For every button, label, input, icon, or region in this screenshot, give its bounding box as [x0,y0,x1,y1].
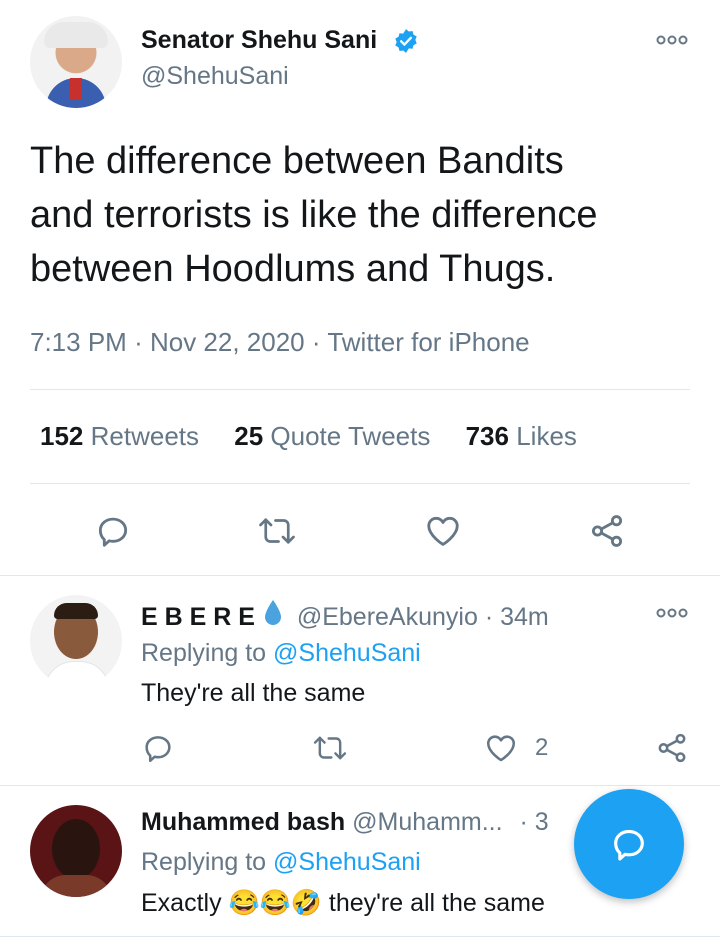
more-icon[interactable] [656,34,688,46]
divider [30,483,690,484]
reply-time[interactable]: · 34m [485,603,549,631]
reply-avatar[interactable] [30,805,122,897]
reply-icon[interactable] [141,731,175,765]
tweet-stats: 152 Retweets 25 Quote Tweets 736 Likes [40,420,577,452]
separator: · [311,327,321,357]
retweets-stat[interactable]: 152 Retweets [40,421,206,451]
emoji-laughing: 😂😂🤣 [228,889,322,917]
share-icon[interactable] [588,512,626,550]
retweet-icon[interactable] [256,512,298,550]
more-icon[interactable] [656,607,688,619]
retweet-icon[interactable] [311,731,349,765]
replying-handle[interactable]: @ShehuSani [273,639,421,667]
tweet-time[interactable]: 7:13 PM [30,327,127,357]
verified-badge-icon [393,28,419,54]
compose-icon [609,824,649,864]
water-drop-icon [262,598,284,628]
divider [0,575,720,576]
reply-author-handle[interactable]: @Muhamm... [352,808,502,836]
tweet-text-line: The difference between Bandits [30,140,564,182]
reply-icon[interactable] [94,512,132,550]
tweet-text: The difference between Bandits and terro… [30,134,597,296]
reply-header: Muhammed bash @Muhamm... · 3 [141,807,549,837]
divider [30,389,690,390]
reply-author-name[interactable]: E B E R E [141,603,255,631]
tweet-meta: 7:13 PM · Nov 22, 2020 · Twitter for iPh… [30,326,530,358]
like-icon[interactable] [483,731,519,765]
author-name[interactable]: Senator Shehu Sani [141,25,377,55]
like-icon[interactable] [423,512,463,550]
reply-time[interactable]: · 3 [520,808,549,836]
replying-prefix: Replying to [141,639,267,667]
tweet-text-line: and terrorists is like the difference [30,194,598,236]
replying-to: Replying to @ShehuSani [141,638,421,668]
retweets-count: 152 [40,421,84,451]
quotes-label: Quote Tweets [270,421,431,451]
retweets-label: Retweets [90,421,200,451]
compose-button[interactable] [574,789,684,899]
replying-handle[interactable]: @ShehuSani [273,848,421,876]
likes-count: 736 [465,421,509,451]
replying-prefix: Replying to [141,848,267,876]
reply-text-prefix: Exactly [141,889,222,917]
reply-avatar[interactable] [30,595,122,687]
divider [0,785,720,786]
reply-text-suffix: they're all the same [328,889,545,917]
divider [0,936,720,937]
tweet-source[interactable]: Twitter for iPhone [327,327,529,357]
tweet-text-line: between Hoodlums and Thugs. [30,248,556,290]
reply-author-handle[interactable]: @EbereAkunyio [297,603,478,631]
tweet-date[interactable]: Nov 22, 2020 [150,327,305,357]
reply-text: Exactly 😂😂🤣 they're all the same [141,888,545,918]
reply-author-name[interactable]: Muhammed bash [141,808,345,836]
likes-stat[interactable]: 736 Likes [466,421,577,451]
separator: · [134,327,143,357]
author-handle[interactable]: @ShehuSani [141,61,289,91]
quotes-count: 25 [234,421,264,451]
author-avatar[interactable] [30,16,122,108]
share-icon[interactable] [655,731,689,765]
reply-text: They're all the same [141,679,366,707]
replying-to: Replying to @ShehuSani [141,847,421,877]
reply-header: E B E R E @EbereAkunyio · 34m [141,598,549,632]
like-count: 2 [535,734,549,761]
quotes-stat[interactable]: 25 Quote Tweets [234,421,437,451]
likes-label: Likes [516,421,577,451]
